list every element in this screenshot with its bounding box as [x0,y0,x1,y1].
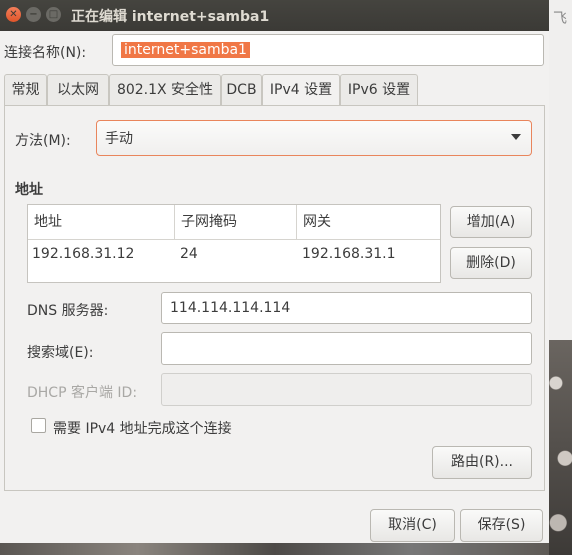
background-text: 飞 [553,11,567,27]
tab-ipv4-settings[interactable]: IPv4 设置 [262,74,340,106]
add-address-button[interactable]: 增加(A) [450,206,532,238]
search-domains-label: 搜索域(E): [27,345,94,361]
require-ipv4-label[interactable]: 需要 IPv4 地址完成这个连接 [53,418,232,438]
dns-servers-input[interactable]: 114.114.114.114 [161,292,532,324]
window-title: 正在编辑 internet+samba1 [71,9,270,25]
connection-name-value: internet+samba1 [121,42,250,58]
background-photo-strip [0,543,549,555]
cell-netmask[interactable]: 24 [180,240,198,268]
method-select[interactable]: 手动 [96,120,532,156]
column-header-address[interactable]: 地址 [28,205,174,239]
tab-ethernet[interactable]: 以太网 [47,74,109,105]
search-domains-input[interactable] [161,332,532,365]
addresses-table-header: 地址 子网掩码 网关 [28,205,440,240]
addresses-section-label: 地址 [15,182,43,198]
dns-servers-value: 114.114.114.114 [170,300,291,316]
background-photo [549,340,572,555]
connection-name-input[interactable]: internet+samba1 [112,34,544,66]
maximize-window-button[interactable]: □ [46,7,61,22]
cell-gateway[interactable]: 192.168.31.1 [302,240,396,268]
dhcp-client-id-input [161,373,532,406]
dns-servers-label: DNS 服务器: [27,303,109,319]
close-window-button[interactable]: ✕ [6,7,21,22]
titlebar: ✕ − □ 正在编辑 internet+samba1 [0,0,549,31]
tab-8021x-security[interactable]: 802.1X 安全性 [109,74,221,105]
method-label: 方法(M): [15,133,71,149]
edit-connection-dialog: ✕ − □ 正在编辑 internet+samba1 连接名称(N): inte… [0,0,549,543]
routes-button[interactable]: 路由(R)... [432,446,532,479]
tab-general[interactable]: 常规 [4,74,47,105]
require-ipv4-checkbox[interactable] [31,418,46,433]
background-window: 飞 [549,0,572,340]
minimize-window-button[interactable]: − [26,7,41,22]
dhcp-client-id-label: DHCP 客户端 ID: [27,385,138,401]
save-button[interactable]: 保存(S) [460,509,543,542]
chevron-down-icon [511,134,521,140]
connection-name-label: 连接名称(N): [4,45,87,61]
tab-ipv6-settings[interactable]: IPv6 设置 [340,74,418,105]
addresses-table: 地址 子网掩码 网关 192.168.31.12 24 192.168.31.1 [27,204,441,283]
cancel-button[interactable]: 取消(C) [370,509,455,542]
cell-address[interactable]: 192.168.31.12 [32,240,134,268]
method-selected-value: 手动 [105,131,133,147]
desktop-background: 飞 [549,0,572,555]
tab-dcb[interactable]: DCB [221,74,262,105]
column-header-netmask[interactable]: 子网掩码 [174,205,296,239]
column-header-gateway[interactable]: 网关 [296,205,440,239]
delete-address-button[interactable]: 删除(D) [450,247,532,279]
